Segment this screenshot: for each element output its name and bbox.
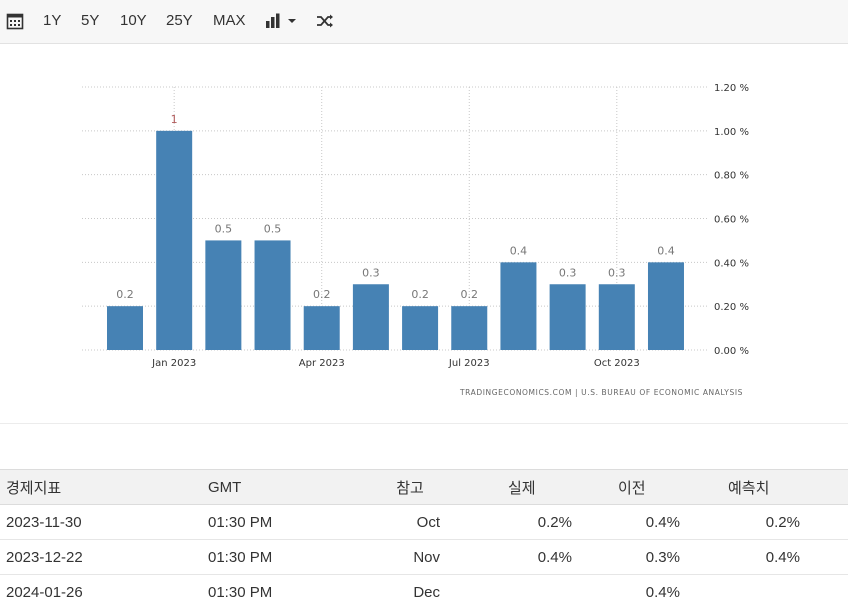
bar[interactable] xyxy=(451,306,488,350)
table-row: 2023-11-30 01:30 PM Oct 0.2% 0.4% 0.2% xyxy=(0,504,848,540)
shuffle-icon[interactable] xyxy=(316,12,334,30)
cell-date: 2023-12-22 xyxy=(0,539,208,575)
x-tick-label: Jul 2023 xyxy=(448,358,490,369)
y-tick-label: 0.20 % xyxy=(714,302,749,313)
data-label: 1 xyxy=(171,113,178,126)
cell-date: 2023-11-30 xyxy=(0,504,208,540)
cell-time: 01:30 PM xyxy=(208,574,380,605)
y-tick-label: 1.00 % xyxy=(714,127,749,138)
cell-forecast xyxy=(680,574,800,605)
data-label: 0.5 xyxy=(215,222,233,235)
y-tick-label: 0.80 % xyxy=(714,171,749,182)
table-header-row: 경제지표 GMT 참고 실제 이전 예측치 xyxy=(0,469,848,505)
range-10y-button[interactable]: 10Y xyxy=(120,12,147,29)
cell-previous: 0.4% xyxy=(572,574,680,605)
header-indicator: 경제지표 xyxy=(0,469,208,505)
range-25y-button[interactable]: 25Y xyxy=(166,12,193,29)
header-forecast: 예측치 xyxy=(680,469,800,505)
bar[interactable] xyxy=(549,284,586,350)
cell-reference: Dec xyxy=(380,574,440,605)
data-label: 0.3 xyxy=(559,266,577,279)
cell-actual xyxy=(440,574,572,605)
bar[interactable] xyxy=(402,306,439,350)
data-label: 0.3 xyxy=(608,266,626,279)
cell-reference: Oct xyxy=(380,504,440,540)
bar[interactable] xyxy=(205,240,242,350)
x-tick-label: Jan 2023 xyxy=(151,358,196,369)
section-divider xyxy=(0,423,848,424)
data-label: 0.5 xyxy=(264,222,282,235)
y-tick-label: 0.40 % xyxy=(714,258,749,269)
data-label: 0.2 xyxy=(411,288,429,301)
chart-bars xyxy=(107,130,684,350)
y-tick-label: 0.60 % xyxy=(714,215,749,226)
bar[interactable] xyxy=(647,262,684,350)
y-tick-label: 1.20 % xyxy=(714,83,749,94)
cell-actual: 0.4% xyxy=(440,539,572,575)
bar[interactable] xyxy=(156,130,193,350)
cell-time: 01:30 PM xyxy=(208,504,380,540)
data-label: 0.2 xyxy=(116,288,134,301)
range-1y-button[interactable]: 1Y xyxy=(43,12,61,29)
cell-time: 01:30 PM xyxy=(208,539,380,575)
header-reference: 참고 xyxy=(380,469,440,505)
bar[interactable] xyxy=(107,306,143,350)
cell-previous: 0.4% xyxy=(572,504,680,540)
header-actual: 실제 xyxy=(440,469,572,505)
table-row: 2024-01-26 01:30 PM Dec 0.4% xyxy=(0,574,848,605)
table-row: 2023-12-22 01:30 PM Nov 0.4% 0.3% 0.4% xyxy=(0,539,848,575)
data-label: 0.2 xyxy=(313,288,331,301)
bar[interactable] xyxy=(500,262,537,350)
cell-forecast: 0.4% xyxy=(680,539,800,575)
x-tick-label: Apr 2023 xyxy=(299,358,345,369)
data-label: 0.2 xyxy=(461,288,479,301)
x-tick-label: Oct 2023 xyxy=(594,358,640,369)
bar[interactable] xyxy=(303,306,340,350)
data-label: 0.4 xyxy=(510,244,528,257)
range-max-button[interactable]: MAX xyxy=(213,12,246,29)
bar[interactable] xyxy=(254,240,291,350)
chart-source: TRADINGECONOMICS.COM | U.S. BUREAU OF EC… xyxy=(459,388,743,397)
cell-reference: Nov xyxy=(380,539,440,575)
cell-previous: 0.3% xyxy=(572,539,680,575)
header-gmt: GMT xyxy=(208,469,380,505)
release-calendar-table: 경제지표 GMT 참고 실제 이전 예측치 2023-11-30 01:30 P… xyxy=(0,469,848,605)
cell-date: 2024-01-26 xyxy=(0,574,208,605)
range-5y-button[interactable]: 5Y xyxy=(81,12,99,29)
bar[interactable] xyxy=(598,284,635,350)
header-previous: 이전 xyxy=(572,469,680,505)
cell-forecast: 0.2% xyxy=(680,504,800,540)
calendar-icon[interactable] xyxy=(6,12,24,30)
y-tick-label: 0.00 % xyxy=(714,346,749,357)
chart-toolbar: 1Y 5Y 10Y 25Y MAX xyxy=(0,0,848,44)
data-label: 0.4 xyxy=(657,244,675,257)
bar-chart: 1.20 % 1.00 % 0.80 % 0.60 % 0.40 % 0.20 % 0.00… xyxy=(82,83,749,397)
data-label: 0.3 xyxy=(362,266,380,279)
bar[interactable] xyxy=(352,284,389,350)
cell-actual: 0.2% xyxy=(440,504,572,540)
bar-chart-type-icon[interactable] xyxy=(265,12,299,30)
